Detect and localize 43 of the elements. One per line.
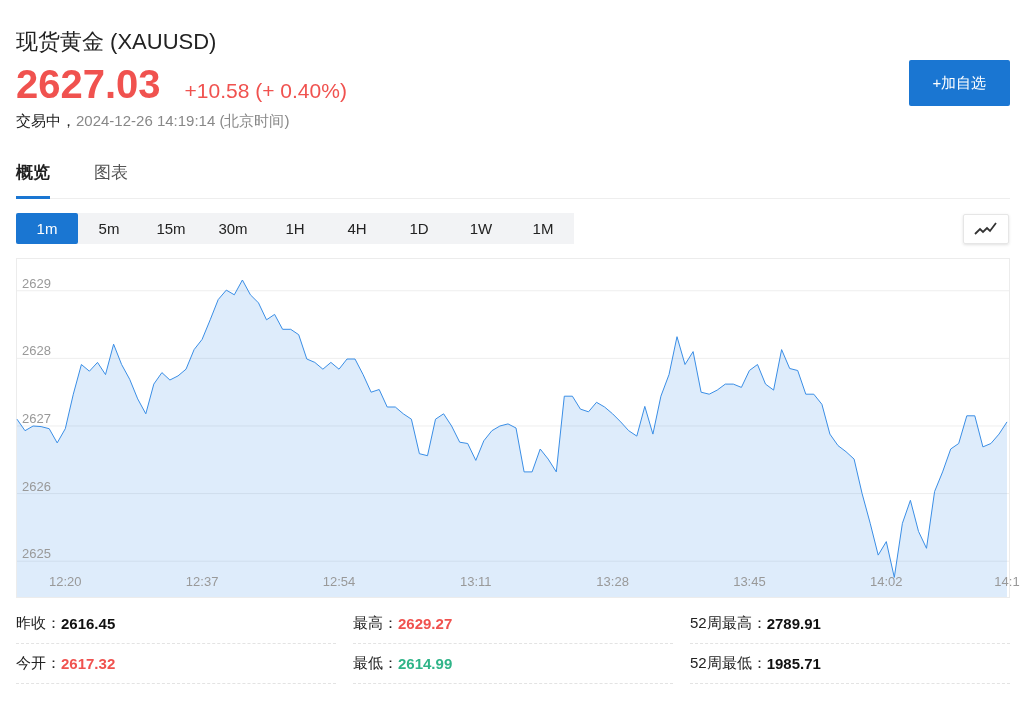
quote-time: 2024-12-26 14:19:14 (北京时间) [76,112,290,129]
axis-label: 2626 [22,478,51,494]
stat-label: 今开： [16,654,61,673]
stat-value: 2616.45 [61,615,116,632]
axis-label: 2629 [22,275,51,291]
period-button[interactable]: 1W [450,213,512,244]
stat-label: 52周最高： [690,614,767,633]
period-button[interactable]: 1D [388,213,450,244]
period-button[interactable]: 5m [78,213,140,244]
stat-label: 昨收： [16,614,61,633]
stat-label: 最高： [353,614,398,633]
stat-value: 2629.27 [398,615,453,632]
period-button[interactable]: 1M [512,213,574,244]
stat-label: 最低： [353,654,398,673]
add-watchlist-button[interactable]: +加自选 [909,60,1010,106]
axis-label: 2628 [22,343,51,359]
trading-status: 交易中， [16,112,76,129]
period-button[interactable]: 1H [264,213,326,244]
instrument-title: 现货黄金 (XAUUSD) [16,28,218,56]
axis-label: 12:37 [185,574,219,589]
axis-label: 13:11 [460,574,492,589]
period-button[interactable]: 15m [140,213,202,244]
stat-value: 1985.71 [766,655,821,672]
price: 2627.03 [16,62,161,106]
period-button[interactable]: 1m [16,213,78,244]
stat-value: 2614.99 [398,655,453,672]
stat-label: 52周最低： [690,654,767,673]
stat-value: 2617.32 [61,655,116,672]
axis-label: 12:54 [322,574,356,589]
line-chart-icon[interactable] [963,213,1009,244]
stat-value: 2789.91 [766,615,821,632]
axis-label: 14:1 [994,574,1020,589]
axis-label: 2627 [22,410,51,426]
price-change: +10.58 (+ 0.40%) [184,79,347,103]
tab[interactable]: 图表 [94,157,128,199]
tab[interactable]: 概览 [16,157,50,199]
axis-label: 14:02 [870,574,903,589]
period-button[interactable]: 4H [326,213,388,244]
axis-label: 13:28 [596,574,629,589]
axis-label: 12:20 [49,574,82,589]
axis-label: 2625 [22,546,51,562]
axis-label: 13:45 [733,574,766,589]
period-button[interactable]: 30m [202,213,264,244]
